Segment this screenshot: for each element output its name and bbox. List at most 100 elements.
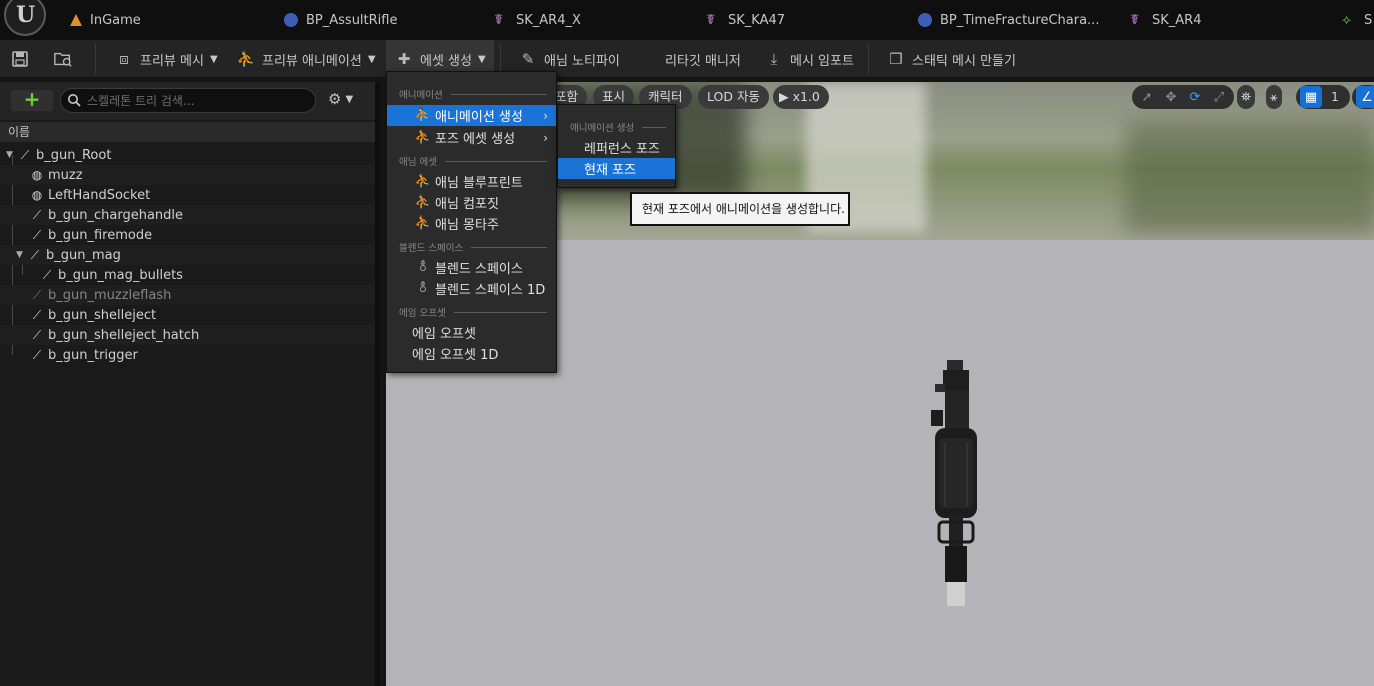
bone-label: b_gun_mag <box>46 247 121 263</box>
tab-bp-timefracture[interactable]: BP_TimeFractureChara... <box>918 0 1099 40</box>
tree-row[interactable]: ▼ ⟋ b_gun_Root <box>0 145 375 165</box>
save-button[interactable] <box>10 40 30 78</box>
tree-row[interactable]: ⟋ b_gun_shelleject_hatch <box>0 325 375 345</box>
preview-mesh-dropdown[interactable]: ⧈ 프리뷰 메시 ▼ <box>114 40 217 78</box>
make-static-mesh-button[interactable]: ❒ 스태틱 메시 만들기 <box>886 40 1016 78</box>
retarget-manager-button[interactable]: 리타깃 매니저 <box>665 40 741 78</box>
document-tab-bar: U InGame BP_AssultRifle ☤ SK_AR4_X ☤ SK_… <box>0 0 1374 40</box>
tab-static-mesh[interactable]: ⟡ S <box>1342 0 1372 40</box>
tab-label: SK_AR4_X <box>516 12 581 28</box>
menu-item-label: 레퍼런스 포즈 <box>584 142 660 157</box>
tree-row[interactable]: ◍ muzz <box>0 165 375 185</box>
grid-icon[interactable]: ▦ <box>1300 86 1322 108</box>
menu-item-current-pose[interactable]: 현재 포즈 <box>558 158 675 179</box>
menu-item-blendspace[interactable]: ⚨ 블렌드 스페이스 <box>387 257 556 278</box>
menu-item-label: 애님 컴포짓 <box>435 197 499 212</box>
animation-icon: ⛹ <box>414 108 432 123</box>
menu-item-label: 블렌드 스페이스 <box>435 262 523 277</box>
menu-item-label: 애니메이션 생성 <box>435 110 523 125</box>
tab-sk-ar4[interactable]: ☤ SK_AR4 <box>1130 0 1201 40</box>
viewport-playspeed-button[interactable]: ▶ x1.0 <box>773 85 829 109</box>
menu-item-aim-offset[interactable]: 에임 오프셋 <box>387 322 556 343</box>
select-icon[interactable]: ➚ <box>1136 86 1158 108</box>
tab-sk-ar4-x[interactable]: ☤ SK_AR4_X <box>494 0 581 40</box>
rifle-mesh <box>931 360 977 606</box>
menu-section-animation: 애니메이션 <box>399 87 547 101</box>
preview-animation-dropdown[interactable]: ⛹ 프리뷰 애니메이션 ▼ <box>236 40 376 78</box>
menu-section-anim-asset: 애님 에셋 <box>399 154 547 168</box>
expand-arrow-icon[interactable]: ▼ <box>6 150 18 160</box>
mesh-import-button[interactable]: ⤓ 메시 임포트 <box>764 40 854 78</box>
tree-row[interactable]: ⟋ b_gun_chargehandle <box>0 205 375 225</box>
tab-label: BP_TimeFractureChara... <box>940 12 1100 28</box>
bone-icon: ⟋ <box>32 228 42 242</box>
grid-snap-group: ▦ 1 <box>1296 85 1350 109</box>
grid-value[interactable]: 1 <box>1324 86 1346 108</box>
tab-ingame[interactable]: InGame <box>70 0 141 40</box>
menu-item-label: 애님 몽타주 <box>435 218 499 233</box>
tab-label: SK_AR4 <box>1152 12 1202 28</box>
skeleton-search-box[interactable] <box>60 88 316 113</box>
browse-content-button[interactable] <box>53 40 73 78</box>
move-icon[interactable]: ✥ <box>1160 86 1182 108</box>
bone-label: LeftHandSocket <box>48 187 151 203</box>
tree-settings-button[interactable]: ⚙ ▼ <box>328 90 353 108</box>
main-toolbar: ⧈ 프리뷰 메시 ▼ ⛹ 프리뷰 애니메이션 ▼ ✚ 에셋 생성 ▼ ✎ 애님 … <box>0 40 1374 78</box>
column-header-name[interactable]: 이름 <box>0 122 375 142</box>
blueprint-icon <box>918 13 932 27</box>
socket-icon: ◍ <box>31 188 43 202</box>
add-socket-button[interactable]: + <box>11 89 53 111</box>
chevron-right-icon: › <box>543 108 548 123</box>
tab-bp-assultrifle[interactable]: BP_AssultRifle <box>284 0 397 40</box>
menu-item-aim-offset-1d[interactable]: 에임 오프셋 1D <box>387 343 556 364</box>
bone-label: b_gun_shelleject <box>48 307 157 323</box>
skeleton-icon: ☤ <box>706 12 716 28</box>
bone-label: b_gun_Root <box>36 147 112 163</box>
tab-label: S <box>1364 12 1373 28</box>
search-input[interactable] <box>87 91 307 111</box>
static-mesh-icon: ❒ <box>889 50 903 68</box>
blendspace-icon: ⚨ <box>417 260 429 275</box>
unreal-logo-icon[interactable]: U <box>4 0 46 36</box>
bone-icon: ⟋ <box>32 308 42 322</box>
tab-label: InGame <box>90 12 141 28</box>
bone-label: b_gun_muzzleflash <box>48 287 172 303</box>
menu-section-blendspace: 블렌드 스페이스 <box>399 240 547 254</box>
bone-icon: ⟋ <box>20 148 30 162</box>
tree-row[interactable]: ▼ ⟋ b_gun_mag <box>0 245 375 265</box>
tab-sk-ka47[interactable]: ☤ SK_KA47 <box>706 0 785 40</box>
viewport-lod-button[interactable]: LOD 자동 <box>698 85 769 109</box>
menu-item-anim-blueprint[interactable]: ⛹ 애님 블루프린트 <box>387 171 556 192</box>
preview-animation-label: 프리뷰 애니메이션 <box>262 53 362 69</box>
tree-row[interactable]: ⟋ b_gun_mag_bullets <box>0 265 375 285</box>
tree-row[interactable]: ⟋ b_gun_muzzleflash <box>0 285 375 305</box>
bone-label: b_gun_mag_bullets <box>58 267 183 283</box>
bone-label: b_gun_trigger <box>48 347 138 363</box>
rotate-icon[interactable]: ⟳ <box>1184 86 1206 108</box>
menu-item-blendspace-1d[interactable]: ⚨ 블렌드 스페이스 1D <box>387 278 556 299</box>
gear-icon: ⚙ <box>328 90 342 108</box>
tree-row[interactable]: ◍ LeftHandSocket <box>0 185 375 205</box>
camera-speed-button[interactable]: ⛯ <box>1237 85 1256 109</box>
menu-item-anim-montage[interactable]: ⛹ 애님 몽타주 <box>387 213 556 234</box>
menu-item-label: 에임 오프셋 1D <box>412 348 499 363</box>
menu-item-reference-pose[interactable]: 레퍼런스 포즈 <box>558 137 675 158</box>
expand-arrow-icon[interactable]: ▼ <box>16 250 28 260</box>
menu-item-anim-composite[interactable]: ⛹ 애님 컴포짓 <box>387 192 556 213</box>
notify-icon: ✎ <box>521 50 535 68</box>
skeleton-tree-panel: + ⚙ ▼ 이름 ▼ ⟋ b_gun_Root ◍ muzz ◍ LeftHan… <box>0 82 380 686</box>
create-asset-label: 에셋 생성 <box>420 53 472 69</box>
scale-icon[interactable]: ⤢ <box>1208 86 1230 108</box>
menu-item-label: 포즈 에셋 생성 <box>435 132 516 147</box>
animation-icon: ⛹ <box>236 50 256 68</box>
skeleton-icon: ☤ <box>1130 12 1140 28</box>
level-icon <box>70 14 82 26</box>
static-mesh-icon: ⟡ <box>1342 12 1352 28</box>
tree-row[interactable]: ⟋ b_gun_firemode <box>0 225 375 245</box>
tree-row[interactable]: ⟋ b_gun_trigger <box>0 345 375 365</box>
menu-item-create-animation[interactable]: ⛹ 애니메이션 생성 › <box>387 105 556 126</box>
tree-row[interactable]: ⟋ b_gun_shelleject <box>0 305 375 325</box>
surface-snap-button[interactable]: ⚹ <box>1266 85 1282 109</box>
angle-icon[interactable]: ∠ <box>1356 86 1374 108</box>
menu-item-create-pose-asset[interactable]: ⛹ 포즈 에셋 생성 › <box>387 127 556 148</box>
